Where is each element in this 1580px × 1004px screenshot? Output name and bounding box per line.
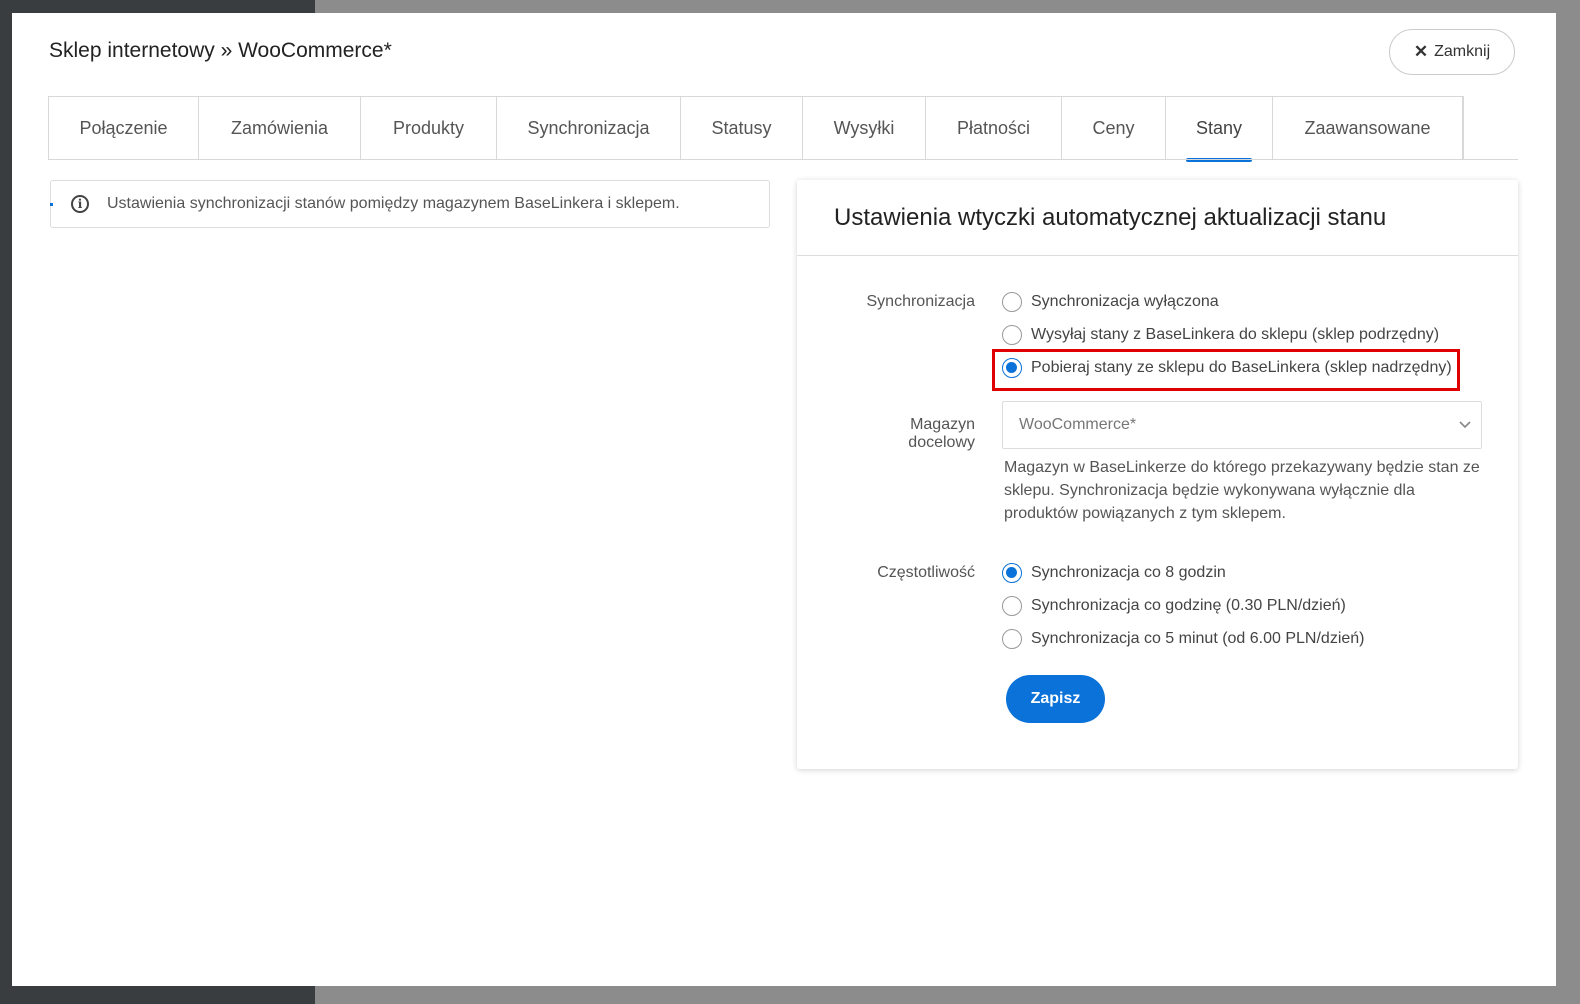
warehouse-select[interactable]: WooCommerce*	[1002, 401, 1482, 449]
save-button[interactable]: Zapisz	[1006, 675, 1105, 723]
tab-synchronizacja[interactable]: Synchronizacja	[497, 97, 681, 160]
sync-option-label: Pobieraj stany ze sklepu do BaseLinkera …	[1031, 359, 1452, 376]
tab-stany[interactable]: Stany	[1166, 97, 1273, 162]
tab-statusy[interactable]: Statusy	[681, 97, 803, 160]
close-label: Zamknij	[1434, 43, 1491, 60]
sync-option-off[interactable]: Synchronizacja wyłączona	[1002, 290, 1219, 314]
tab-zaawansowane[interactable]: Zaawansowane	[1273, 97, 1463, 160]
tab-platnosci[interactable]: Płatności	[926, 97, 1062, 160]
tab-ceny[interactable]: Ceny	[1062, 97, 1166, 160]
shop-settings-modal: Sklep internetowy » WooCommerce* ✕ Zamkn…	[12, 13, 1556, 986]
sync-option-label: Wysyłaj stany z BaseLinkera do sklepu (s…	[1031, 326, 1440, 343]
close-button[interactable]: ✕ Zamknij	[1389, 29, 1515, 75]
panel-title: Ustawienia wtyczki automatycznej aktuali…	[797, 180, 1518, 256]
tab-wysylki[interactable]: Wysyłki	[803, 97, 926, 160]
tab-zamowienia[interactable]: Zamówienia	[199, 97, 361, 160]
info-icon: i	[71, 195, 89, 213]
radio-button[interactable]	[1002, 596, 1022, 616]
radio-button[interactable]	[1002, 292, 1022, 312]
warehouse-label: Magazyn docelowy	[908, 416, 975, 451]
frequency-option-label: Synchronizacja co 5 minut (od 6.00 PLN/d…	[1031, 630, 1365, 647]
tab-produkty[interactable]: Produkty	[361, 97, 497, 160]
warehouse-help-text: Magazyn w BaseLinkerze do którego przeka…	[1004, 459, 1480, 522]
info-marker	[50, 203, 53, 206]
frequency-option-8h[interactable]: Synchronizacja co 8 godzin	[1002, 561, 1226, 585]
info-box: i Ustawienia synchronizacji stanów pomię…	[50, 180, 770, 228]
settings-tabs: Połączenie Zamówienia Produkty Synchroni…	[48, 96, 1464, 162]
tabs-divider	[48, 159, 1518, 160]
chevron-down-icon	[1459, 421, 1471, 429]
frequency-option-label: Synchronizacja co 8 godzin	[1031, 564, 1226, 581]
stock-sync-panel: Ustawienia wtyczki automatycznej aktuali…	[797, 180, 1518, 769]
sync-option-send[interactable]: Wysyłaj stany z BaseLinkera do sklepu (s…	[1002, 323, 1439, 347]
radio-button-checked[interactable]	[1002, 563, 1022, 583]
radio-button-checked[interactable]	[1002, 358, 1022, 378]
frequency-option-1h[interactable]: Synchronizacja co godzinę (0.30 PLN/dzie…	[1002, 594, 1346, 618]
warehouse-select-value: WooCommerce*	[1019, 416, 1137, 433]
tab-polaczenie[interactable]: Połączenie	[49, 97, 199, 160]
frequency-option-5min[interactable]: Synchronizacja co 5 minut (od 6.00 PLN/d…	[1002, 627, 1365, 651]
info-text: Ustawienia synchronizacji stanów pomiędz…	[107, 195, 680, 212]
frequency-label: Częstotliwość	[877, 564, 975, 581]
sync-label: Synchronizacja	[866, 293, 976, 310]
close-icon: ✕	[1413, 42, 1429, 61]
radio-button[interactable]	[1002, 325, 1022, 345]
frequency-option-label: Synchronizacja co godzinę (0.30 PLN/dzie…	[1031, 597, 1346, 614]
modal-title: Sklep internetowy » WooCommerce*	[49, 39, 392, 62]
sync-option-label: Synchronizacja wyłączona	[1031, 293, 1219, 310]
sync-option-fetch[interactable]: Pobieraj stany ze sklepu do BaseLinkera …	[1002, 356, 1452, 380]
radio-button[interactable]	[1002, 629, 1022, 649]
